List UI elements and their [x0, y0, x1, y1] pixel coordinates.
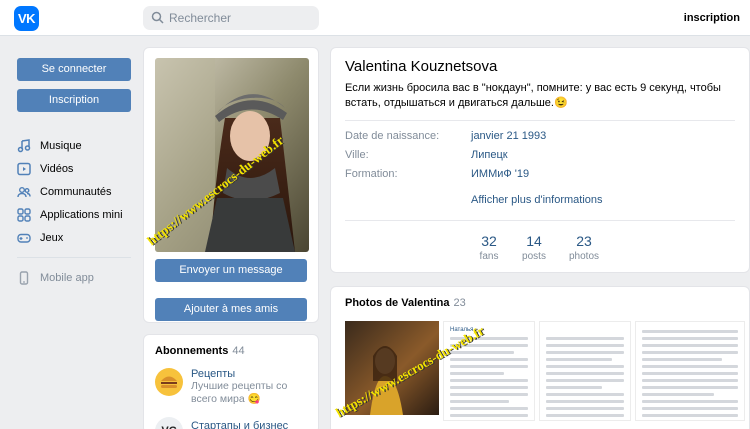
profile-name: Valentina Kouznetsova	[345, 58, 498, 75]
sidebar-item-games[interactable]: Jeux	[17, 226, 131, 249]
stat-number: 32	[481, 233, 497, 249]
show-more-link[interactable]: Afficher plus d'informations	[471, 194, 603, 206]
info-value[interactable]: janvier 21 1993	[471, 130, 546, 142]
add-friend-button[interactable]: Ajouter à mes amis	[155, 298, 307, 321]
search-icon	[151, 11, 164, 27]
search-box[interactable]	[143, 6, 319, 30]
sidebar-item-communities[interactable]: Communautés	[17, 180, 131, 203]
photos-title-label: Photos de Valentina	[345, 297, 450, 309]
music-icon	[17, 138, 31, 152]
info-label: Formation:	[345, 168, 398, 180]
info-value[interactable]: Липецк	[471, 149, 508, 161]
sidebar-item-label: Vidéos	[40, 162, 74, 175]
info-label: Date de naissance:	[345, 130, 440, 142]
subscription-name: Рецепты	[191, 368, 236, 380]
stat-number: 23	[576, 233, 592, 249]
info-value[interactable]: ИММиФ '19	[471, 168, 529, 180]
subscription-name: Стартапы и бизнес	[191, 420, 289, 429]
signup-link[interactable]: inscription	[684, 12, 740, 24]
subscription-item[interactable]: VC Стартапы и бизнес	[155, 417, 288, 429]
stat-label: photos	[568, 251, 600, 262]
vk-logo[interactable]: VK	[14, 6, 39, 31]
phone-icon	[19, 270, 29, 285]
photos-count: 23	[453, 297, 466, 309]
photo-thumbnail[interactable]	[539, 321, 631, 421]
stat-label: posts	[522, 251, 546, 262]
profile-info-card: Valentina Kouznetsova Если жизнь бросила…	[330, 47, 750, 273]
search-input[interactable]	[169, 6, 314, 30]
sidebar-item-label: Communautés	[40, 185, 112, 198]
stat-fans[interactable]: 32 fans	[464, 233, 514, 262]
stat-number: 14	[526, 233, 542, 249]
nav-divider	[17, 257, 131, 258]
login-button[interactable]: Se connecter	[17, 58, 131, 81]
top-bar: VK inscription	[0, 0, 750, 36]
photos-title[interactable]: Photos de Valentina 23	[345, 297, 466, 309]
subscriptions-count: 44	[232, 345, 245, 357]
info-divider	[345, 220, 735, 221]
profile-photo-card: https://www.escrocs-du-web.fr Envoyer un…	[143, 47, 319, 323]
info-label: Ville:	[345, 149, 369, 161]
subscriptions-title[interactable]: Abonnements 44	[155, 345, 245, 357]
sidebar-item-apps[interactable]: Applications mini	[17, 203, 131, 226]
sidebar-item-label: Mobile app	[40, 271, 94, 284]
subscriptions-card: Abonnements 44 Рецепты Лучшие рецепты со …	[143, 334, 319, 429]
send-message-button[interactable]: Envoyer un message	[155, 259, 307, 282]
sidebar-item-label: Jeux	[40, 231, 64, 244]
subscription-avatar: VC	[155, 417, 183, 429]
left-sidebar: Se connecter Inscription Musique Vidéos …	[17, 58, 131, 289]
photo-thumbnail[interactable]	[635, 321, 745, 421]
video-icon	[17, 162, 31, 175]
stat-photos[interactable]: 23 photos	[559, 233, 609, 262]
photos-card: Photos de Valentina 23 Наталья https://ww…	[330, 286, 750, 429]
sidebar-item-label: Applications mini	[40, 208, 123, 221]
profile-status: Если жизнь бросила вас в "нокдаун", помн…	[345, 82, 721, 109]
communities-icon	[17, 186, 31, 197]
register-button[interactable]: Inscription	[17, 89, 131, 112]
subscription-item[interactable]: Рецепты Лучшие рецепты со всего мира 😋	[155, 368, 306, 406]
gamepad-icon	[17, 233, 31, 243]
subscription-desc: Лучшие рецепты со всего мира 😋	[191, 380, 288, 405]
info-divider	[345, 120, 735, 121]
sidebar-item-label: Musique	[40, 139, 82, 152]
subscriptions-title-label: Abonnements	[155, 345, 229, 357]
stat-label: fans	[479, 251, 499, 262]
stat-posts[interactable]: 14 posts	[509, 233, 559, 262]
nav-list: Musique Vidéos Communautés Applications …	[17, 134, 131, 289]
sidebar-item-music[interactable]: Musique	[17, 134, 131, 157]
apps-icon	[17, 207, 31, 222]
sidebar-item-mobile-app[interactable]: Mobile app	[17, 266, 131, 289]
sidebar-item-videos[interactable]: Vidéos	[17, 157, 131, 180]
burger-icon	[155, 368, 183, 396]
